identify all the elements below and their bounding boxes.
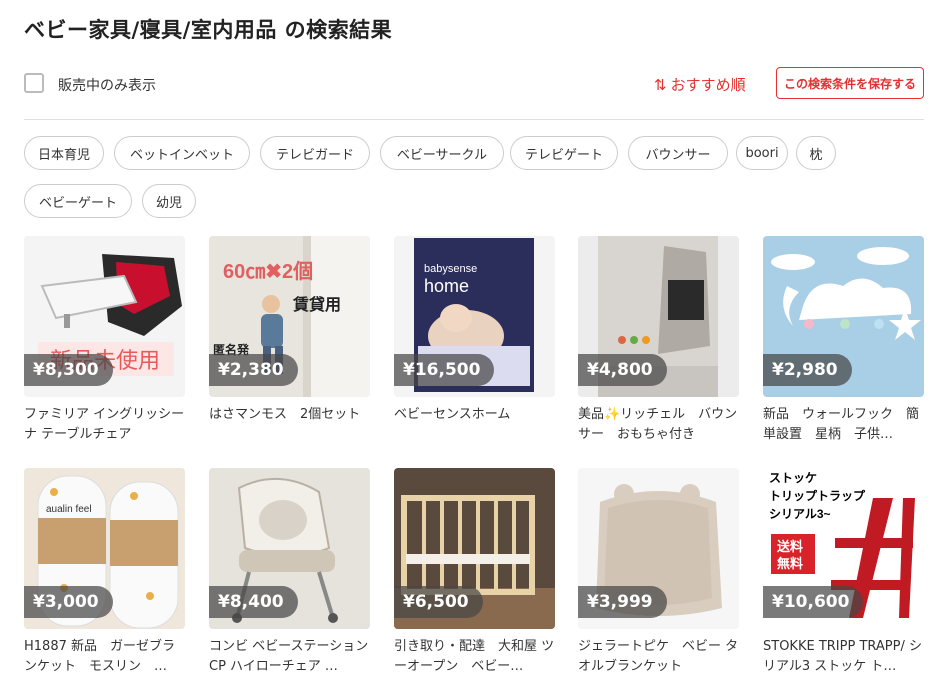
tag-chip[interactable]: ベビーサークル (380, 136, 504, 170)
product-image: ¥3,999 (578, 468, 739, 629)
product-overlay-line1: ストッケ (769, 471, 817, 485)
product-title: 引き取り・配達 大和屋 ツーオープン ベビー… (394, 639, 555, 674)
product-title: STOKKE TRIPP TRAPP/ シリアル3 ストッケ ト… (763, 639, 922, 674)
product-title: 新品 ウォールフック 簡単設置 星柄 子供… (763, 407, 920, 442)
product-card[interactable]: 新品未使用 ¥8,300 ファミリア イングリッシーナ テーブルチェア (24, 236, 185, 445)
product-card[interactable]: aualin feel ¥3,000 H1887 新品 ガーゼブランケット モス… (24, 468, 185, 677)
tag-chip[interactable]: バウンサー (628, 136, 728, 170)
product-image: ¥4,800 (578, 236, 739, 397)
product-overlay-rent: 賃貸用 (292, 295, 341, 314)
product-image: babysense home ¥16,500 (394, 236, 555, 397)
price-badge: ¥6,500 (394, 586, 483, 618)
product-overlay-badge2: 無料 (777, 556, 803, 571)
product-card[interactable]: ¥3,999 ジェラートピケ ベビー タオルブランケット (578, 468, 739, 677)
tag-chip[interactable]: 幼児 (142, 184, 196, 218)
tag-chip[interactable]: テレビゲート (510, 136, 618, 170)
divider (24, 119, 924, 120)
on-sale-label[interactable]: 販売中のみ表示 (58, 75, 156, 95)
product-title: H1887 新品 ガーゼブランケット モスリン … (24, 639, 175, 674)
price-badge: ¥3,000 (24, 586, 113, 618)
product-overlay-brand: aualin feel (46, 504, 92, 515)
product-card[interactable]: ストッケ トリップトラップ シリアル3~ 送料 無料 ¥10,600 STOKK… (763, 468, 924, 677)
product-title: はさマンモス 2個セット (209, 407, 361, 422)
sort-icon: ⇅ (654, 76, 667, 94)
product-image: 新品未使用 ¥8,300 (24, 236, 185, 397)
product-card[interactable]: 60㎝✖2個 賃貸用 匿名発 ¥2,380 はさマンモス 2個セット (209, 236, 370, 445)
price-badge: ¥16,500 (394, 354, 495, 386)
filter-row: 販売中のみ表示 ⇅ おすすめ順 この検索条件を保存する (24, 67, 924, 100)
product-image: 60㎝✖2個 賃貸用 匿名発 ¥2,380 (209, 236, 370, 397)
price-badge: ¥4,800 (578, 354, 667, 386)
product-image: ¥6,500 (394, 468, 555, 629)
product-image: ¥2,980 (763, 236, 924, 397)
on-sale-checkbox[interactable] (24, 73, 44, 93)
price-badge: ¥8,300 (24, 354, 113, 386)
product-title: コンビ ベビーステーションCP ハイローチェア … (209, 639, 369, 674)
price-badge: ¥8,400 (209, 586, 298, 618)
price-badge: ¥3,999 (578, 586, 667, 618)
product-card[interactable]: ¥8,400 コンビ ベビーステーションCP ハイローチェア … (209, 468, 370, 677)
tag-chip[interactable]: 枕 (796, 136, 836, 170)
tag-chip[interactable]: ベットインベット (114, 136, 250, 170)
product-card[interactable]: babysense home ¥16,500 ベビーセンスホーム (394, 236, 555, 445)
product-overlay-line3: シリアル3~ (769, 507, 831, 521)
product-image: ストッケ トリップトラップ シリアル3~ 送料 無料 ¥10,600 (763, 468, 924, 629)
product-card[interactable]: ¥2,980 新品 ウォールフック 簡単設置 星柄 子供… (763, 236, 924, 445)
price-badge: ¥2,380 (209, 354, 298, 386)
price-badge: ¥2,980 (763, 354, 852, 386)
product-title: ジェラートピケ ベビー タオルブランケット (578, 639, 739, 674)
tag-chip[interactable]: boori (736, 136, 788, 170)
product-image: ¥8,400 (209, 468, 370, 629)
product-overlay-brand: babysense (424, 263, 477, 275)
sort-label: おすすめ順 (670, 76, 746, 94)
sort-dropdown[interactable]: ⇅ おすすめ順 (654, 74, 746, 95)
price-badge: ¥10,600 (763, 586, 864, 618)
product-title: ファミリア イングリッシーナ テーブルチェア (24, 407, 185, 442)
product-card[interactable]: ¥6,500 引き取り・配達 大和屋 ツーオープン ベビー… (394, 468, 555, 677)
product-title: 美品✨リッチェル バウンサー おもちゃ付き (578, 407, 738, 442)
tag-chip[interactable]: ベビーゲート (24, 184, 132, 218)
product-overlay-line2: トリップトラップ (769, 488, 866, 503)
tag-chip[interactable]: テレビガード (260, 136, 370, 170)
tag-chip[interactable]: 日本育児 (24, 136, 104, 170)
page-title: ベビー家具/寝具/室内用品 の検索結果 (24, 18, 393, 42)
product-card[interactable]: ¥4,800 美品✨リッチェル バウンサー おもちゃ付き (578, 236, 739, 445)
product-image: aualin feel ¥3,000 (24, 468, 185, 629)
product-overlay-brand2: home (424, 276, 469, 296)
product-title: ベビーセンスホーム (394, 407, 511, 422)
product-overlay-badge1: 送料 (776, 539, 803, 554)
save-search-button[interactable]: この検索条件を保存する (776, 67, 924, 99)
product-overlay-size: 60㎝✖2個 (223, 260, 313, 283)
